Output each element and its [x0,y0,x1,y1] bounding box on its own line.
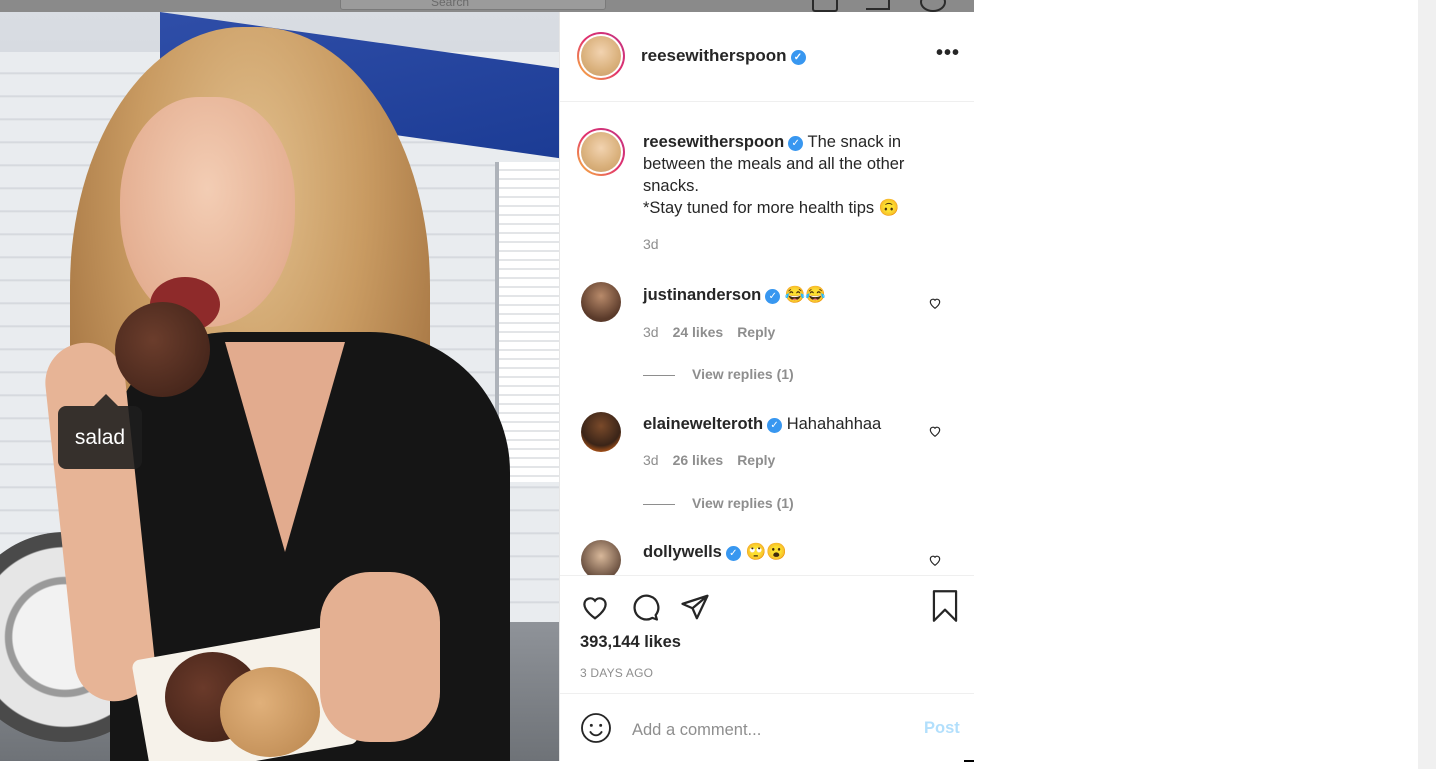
action-bar: 393,144 likes 3 DAYS AGO [560,575,974,694]
page-background [974,0,1418,769]
right-hand [320,572,440,742]
avatar[interactable] [581,412,621,452]
heart-icon[interactable] [928,296,942,310]
comment-time[interactable]: 3d [643,452,659,468]
post-timestamp[interactable]: 3 DAYS AGO [580,666,653,680]
activity-icon[interactable] [812,0,838,12]
cookie [115,302,210,397]
comment-username[interactable]: justinanderson [643,286,761,304]
reply-button[interactable]: Reply [737,452,775,468]
verified-badge-icon: ✓ [765,289,781,304]
header-username[interactable]: reesewitherspoon ✓ [641,46,806,66]
like-heart-icon[interactable] [580,592,610,622]
like-count[interactable]: 393,144 likes [580,633,681,652]
more-options-icon[interactable]: ••• [936,42,960,65]
caption-time[interactable]: 3d [643,236,659,252]
comment-username[interactable]: dollywells [643,543,722,561]
post-photo[interactable] [0,12,559,761]
view-replies-button[interactable]: View replies (1) [643,495,794,511]
post-header: reesewitherspoon ✓ ••• [560,12,974,102]
post-panel: reesewitherspoon ✓ ••• reesewitherspoon ✓ … [559,12,974,761]
avatar[interactable] [577,32,625,80]
comment-text: 😂😂 [784,286,826,304]
verified-badge-icon: ✓ [788,136,804,151]
avatar[interactable] [581,282,621,322]
comment-likes[interactable]: 24 likes [673,324,724,340]
emoji-icon[interactable] [580,712,612,744]
caption: reesewitherspoon ✓ The snack in between t… [643,131,943,219]
comment: justinanderson ✓ 😂😂 [643,286,826,305]
verified-badge-icon: ✓ [790,50,806,65]
comment-text: Hahahahhaa [786,415,882,433]
caption-username[interactable]: reesewitherspoon [643,133,784,151]
avatar[interactable] [577,128,625,176]
explore-icon[interactable] [920,0,946,12]
post-button[interactable]: Post [924,719,960,738]
add-comment-bar: Post [560,693,974,762]
divider [964,760,974,762]
comment-meta: 3d 26 likes Reply [643,452,775,468]
share-send-icon[interactable] [680,592,710,622]
top-nav-dimmed: Search [0,0,974,12]
verified-badge-icon: ✓ [767,418,783,433]
view-replies-button[interactable]: View replies (1) [643,366,794,382]
comment-likes[interactable]: 26 likes [673,452,724,468]
comment-meta: 3d 24 likes Reply [643,324,775,340]
comment-time[interactable]: 3d [643,324,659,340]
comment-text: 🙄😮 [745,543,787,561]
comment: dollywells ✓ 🙄😮 [643,543,787,562]
scrollbar[interactable] [1418,0,1436,769]
comment-input[interactable] [630,714,904,746]
avatar[interactable] [581,540,621,575]
reply-button[interactable]: Reply [737,324,775,340]
comments-list[interactable]: reesewitherspoon ✓ The snack in between t… [560,102,974,575]
search-input[interactable]: Search [340,0,606,10]
save-bookmark-icon[interactable] [930,590,960,622]
verified-badge-icon: ✓ [725,546,741,561]
cookie [220,667,320,757]
heart-icon[interactable] [928,553,942,567]
comment-bubble-icon[interactable] [630,592,660,622]
comment: elainewelteroth ✓ Hahahahhaa [643,415,881,434]
photo-tag[interactable]: salad [58,394,142,469]
heart-icon[interactable] [928,424,942,438]
direct-icon[interactable] [866,0,890,10]
username-link[interactable]: reesewitherspoon [641,46,787,65]
comment-username[interactable]: elainewelteroth [643,415,763,433]
caption-text-2: *Stay tuned for more health tips 🙃 [643,199,900,217]
